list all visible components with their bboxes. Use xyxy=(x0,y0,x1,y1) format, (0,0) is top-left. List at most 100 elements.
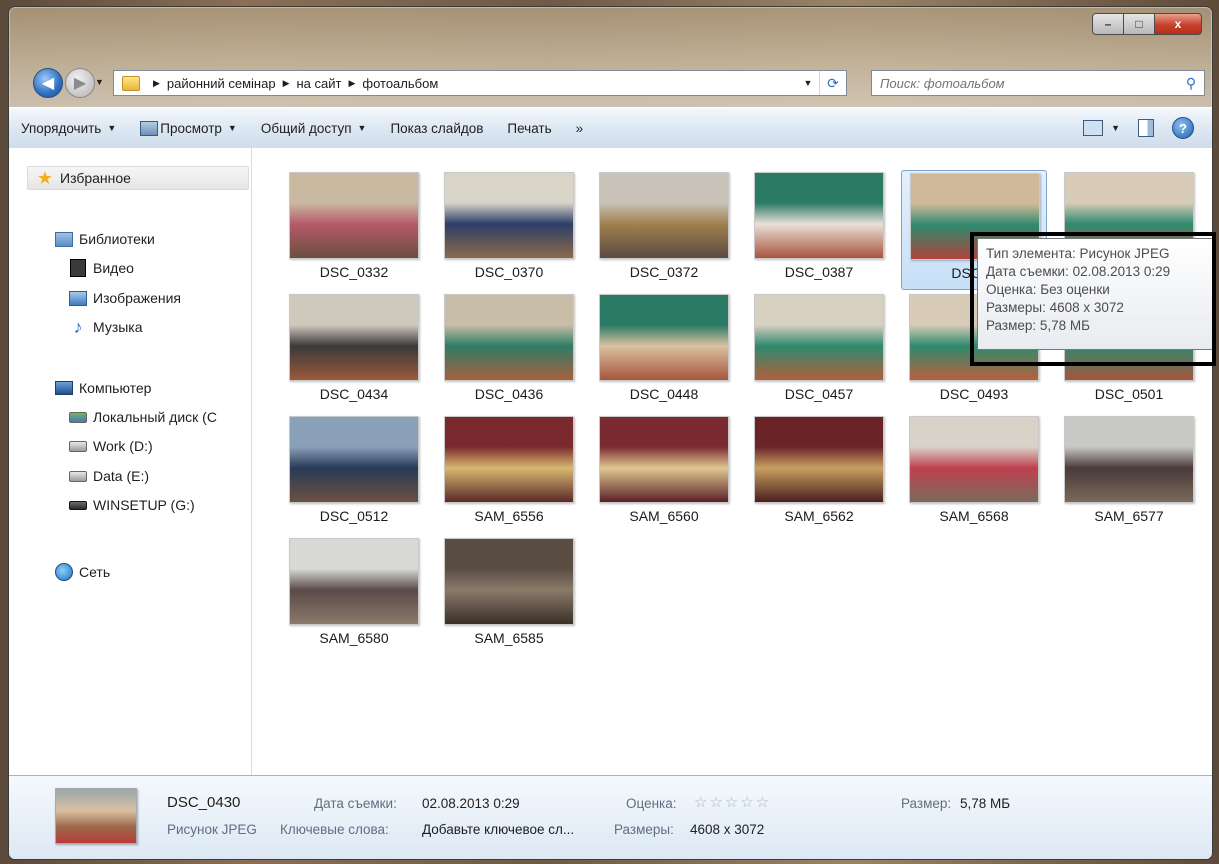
nav-libraries[interactable]: Библиотеки xyxy=(55,227,155,251)
slideshow-button[interactable]: Показ слайдов xyxy=(378,108,495,148)
nav-video[interactable]: Видео xyxy=(69,256,134,280)
print-button[interactable]: Печать xyxy=(495,108,563,148)
nav-computer[interactable]: Компьютер xyxy=(55,376,151,400)
nav-images[interactable]: Изображения xyxy=(69,286,181,310)
preview-pane-icon[interactable] xyxy=(1138,119,1154,137)
file-name: DSC_0457 xyxy=(784,386,854,402)
tooltip-type: Тип элемента: Рисунок JPEG xyxy=(986,246,1170,261)
nav-network[interactable]: Сеть xyxy=(55,560,110,584)
file-tile[interactable]: DSC_0448 xyxy=(591,292,737,412)
breadcrumb-separator-icon[interactable]: ▶ xyxy=(283,78,290,89)
minimize-button[interactable]: – xyxy=(1092,13,1124,35)
organize-label: Упорядочить xyxy=(21,120,102,136)
chevron-down-icon[interactable]: ▼ xyxy=(1111,123,1120,133)
breadcrumb-separator-icon[interactable]: ▶ xyxy=(348,78,355,89)
forward-button[interactable]: ▶ xyxy=(65,68,95,98)
navigation-pane: ★ Избранное Библиотеки Видео Изображения … xyxy=(9,148,252,775)
file-thumbnail xyxy=(444,538,574,625)
search-box[interactable]: ⚲ xyxy=(871,70,1205,96)
file-tile[interactable]: DSC_0370 xyxy=(436,170,582,290)
search-input[interactable] xyxy=(878,74,1178,92)
details-filename: DSC_0430 xyxy=(167,794,241,811)
nav-work-drive[interactable]: Work (D:) xyxy=(69,434,153,458)
breadcrumb-item[interactable]: на сайт xyxy=(296,76,341,91)
file-name: DSC_0332 xyxy=(319,264,389,280)
nav-label: Сеть xyxy=(79,564,111,580)
file-tile[interactable]: SAM_6556 xyxy=(436,414,582,534)
file-name: DSC_0434 xyxy=(319,386,389,402)
network-icon xyxy=(55,563,73,581)
tooltip-dimensions: Размеры: 4608 x 3072 xyxy=(986,300,1124,315)
rating-stars[interactable]: ☆☆☆☆☆ xyxy=(694,793,771,811)
file-tile[interactable]: DSC_0436 xyxy=(436,292,582,412)
more-commands-button[interactable]: » xyxy=(564,108,596,148)
help-icon[interactable]: ? xyxy=(1172,117,1194,139)
chevron-down-icon: ▼ xyxy=(227,123,237,133)
drive-icon xyxy=(69,470,87,482)
nav-winsetup-drive[interactable]: WINSETUP (G:) xyxy=(69,493,195,517)
file-tile[interactable]: DSC_0512 xyxy=(281,414,427,534)
file-tile[interactable]: DSC_0372 xyxy=(591,170,737,290)
breadcrumb-item[interactable]: районний семінар xyxy=(167,76,276,91)
size-label: Размер: xyxy=(901,796,952,811)
back-button[interactable]: ◀ xyxy=(33,68,63,98)
tooltip-size: Размер: 5,78 МБ xyxy=(986,318,1091,333)
nav-local-disk[interactable]: Локальный диск (C xyxy=(69,405,217,429)
file-tooltip: Тип элемента: Рисунок JPEG Дата съемки: … xyxy=(977,238,1213,350)
file-thumbnail xyxy=(289,416,419,503)
file-tile[interactable]: SAM_6568 xyxy=(901,414,1047,534)
keywords-label: Ключевые слова: xyxy=(280,822,389,837)
nav-label: WINSETUP (G:) xyxy=(93,497,195,513)
chevron-down-icon: ▼ xyxy=(357,123,367,133)
dimensions-value: 4608 x 3072 xyxy=(690,822,765,837)
recent-pages-dropdown-icon[interactable]: ▼ xyxy=(95,77,104,87)
breadcrumb-item[interactable]: фотоальбом xyxy=(362,76,438,91)
file-tile[interactable]: SAM_6562 xyxy=(746,414,892,534)
file-tile[interactable]: DSC_0332 xyxy=(281,170,427,290)
address-bar[interactable]: ▶ районний семінар ▶ на сайт ▶ фотоальбо… xyxy=(113,70,847,96)
dimensions-label: Размеры: xyxy=(614,822,674,837)
nav-label: Изображения xyxy=(93,290,181,306)
keywords-value[interactable]: Добавьте ключевое сл... xyxy=(422,822,574,837)
file-tile[interactable]: DSC_0434 xyxy=(281,292,427,412)
file-name: DSC_0501 xyxy=(1094,386,1164,402)
organize-menu[interactable]: Упорядочить ▼ xyxy=(9,108,128,148)
nav-label: Компьютер xyxy=(79,380,152,396)
address-history-dropdown-icon[interactable]: ▼ xyxy=(797,71,819,95)
file-thumbnail xyxy=(444,172,574,259)
file-name: SAM_6568 xyxy=(939,508,1009,524)
file-tile[interactable]: DSC_0387 xyxy=(746,170,892,290)
change-view-button[interactable]: ▼ xyxy=(1083,120,1120,136)
file-tile[interactable]: SAM_6580 xyxy=(281,536,427,656)
view-label: Просмотр xyxy=(160,120,222,136)
chevron-down-icon: ▼ xyxy=(107,123,117,133)
file-tile[interactable]: SAM_6585 xyxy=(436,536,582,656)
nav-label: Work (D:) xyxy=(93,438,153,454)
drive-icon xyxy=(69,440,87,452)
details-thumbnail xyxy=(55,788,137,844)
file-name: SAM_6556 xyxy=(474,508,544,524)
view-menu[interactable]: Просмотр ▼ xyxy=(128,108,249,148)
libraries-icon xyxy=(55,231,73,247)
refresh-icon[interactable]: ⟳ xyxy=(819,71,846,95)
close-button[interactable]: x xyxy=(1155,13,1202,35)
file-tile[interactable]: SAM_6560 xyxy=(591,414,737,534)
nav-label: Видео xyxy=(93,260,134,276)
nav-label: Библиотеки xyxy=(79,231,155,247)
breadcrumb-separator-icon[interactable]: ▶ xyxy=(153,78,160,89)
nav-favorites[interactable]: ★ Избранное xyxy=(27,166,249,190)
nav-music[interactable]: ♪ Музыка xyxy=(69,315,143,339)
file-tile[interactable]: SAM_6577 xyxy=(1056,414,1202,534)
search-icon[interactable]: ⚲ xyxy=(1178,75,1204,92)
file-thumbnail xyxy=(289,172,419,259)
maximize-button[interactable]: □ xyxy=(1124,13,1155,35)
folder-icon xyxy=(122,75,140,91)
file-tile[interactable]: DSC_0457 xyxy=(746,292,892,412)
file-name: DSC_0448 xyxy=(629,386,699,402)
file-name: DSC_0493 xyxy=(939,386,1009,402)
file-name: SAM_6560 xyxy=(629,508,699,524)
share-menu[interactable]: Общий доступ ▼ xyxy=(249,108,379,148)
file-thumbnail xyxy=(754,294,884,381)
details-pane: DSC_0430 Рисунок JPEG Дата съемки: 02.08… xyxy=(9,775,1212,859)
nav-data-drive[interactable]: Data (E:) xyxy=(69,464,149,488)
